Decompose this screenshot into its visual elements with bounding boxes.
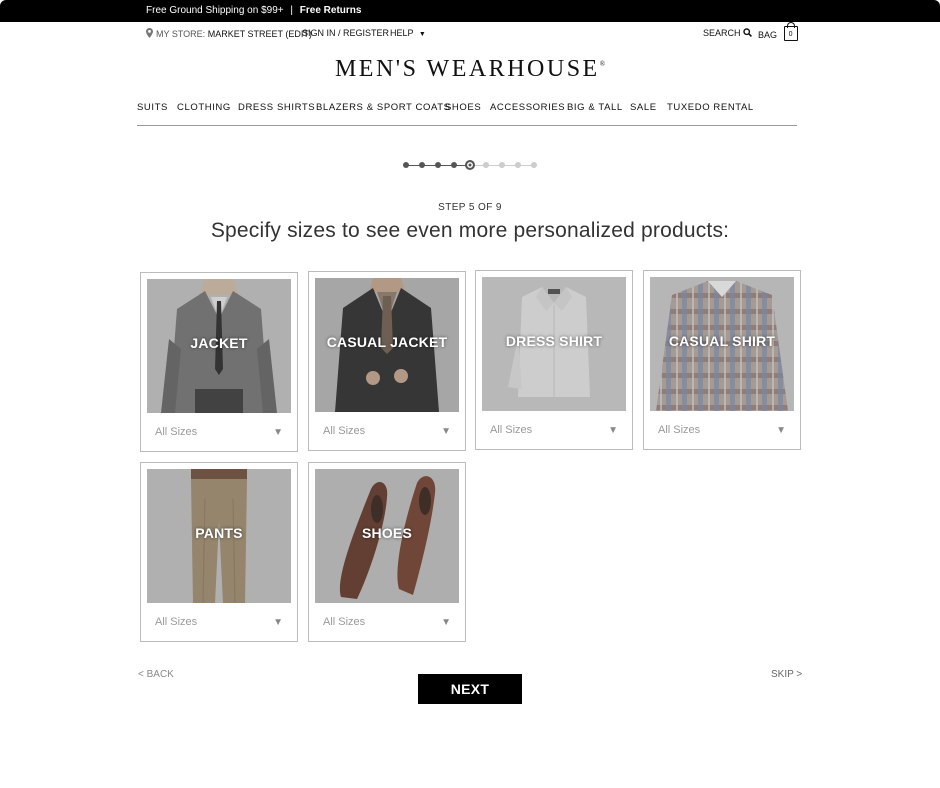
- step-dot-current: [465, 160, 475, 170]
- size-dropdown-value: All Sizes: [490, 424, 533, 436]
- jacket-photo: JACKET: [147, 279, 291, 413]
- dropdown-caret-icon: ▼: [441, 426, 451, 437]
- bag-count: 0: [788, 31, 793, 38]
- promo-shipping-text: Free Ground Shipping on $99+: [146, 5, 284, 16]
- dropdown-caret-icon: ▼: [608, 425, 618, 436]
- dropdown-caret-icon: ▼: [273, 617, 283, 628]
- dress-shirt-photo: DRESS SHIRT: [482, 277, 626, 411]
- bag-label: BAG: [758, 29, 778, 40]
- casual-jacket-photo: CASUAL JACKET: [315, 278, 459, 412]
- my-store-link[interactable]: MY STORE: MARKET STREET (EDIT): [146, 28, 312, 39]
- size-dropdown[interactable]: All Sizes ▼: [155, 426, 283, 442]
- search-button[interactable]: SEARCH: [703, 28, 752, 38]
- size-dropdown-value: All Sizes: [658, 424, 701, 436]
- search-label: SEARCH: [703, 28, 741, 38]
- nav-item-blazers[interactable]: BLAZERS & SPORT COATS: [316, 102, 451, 113]
- next-button[interactable]: NEXT: [418, 674, 522, 704]
- step-dot-complete: [403, 162, 409, 168]
- store-name: MARKET STREET (EDIT): [207, 29, 312, 39]
- size-dropdown-value: All Sizes: [155, 426, 198, 438]
- size-dropdown[interactable]: All Sizes ▼: [490, 424, 618, 440]
- nav-item-shoes[interactable]: SHOES: [445, 102, 481, 113]
- category-label: CASUAL JACKET: [326, 334, 448, 350]
- nav-item-dress-shirts[interactable]: DRESS SHIRTS: [238, 102, 315, 113]
- help-label: HELP: [390, 28, 414, 38]
- back-link[interactable]: < BACK: [138, 669, 174, 680]
- step-dot-complete: [451, 162, 457, 168]
- size-dropdown[interactable]: All Sizes ▼: [323, 425, 451, 441]
- size-dropdown-value: All Sizes: [323, 425, 366, 437]
- sign-in-link[interactable]: SIGN IN / REGISTER: [302, 28, 389, 38]
- size-dropdown-value: All Sizes: [323, 616, 366, 628]
- size-dropdown-value: All Sizes: [155, 616, 198, 628]
- nav-item-sale[interactable]: SALE: [630, 102, 657, 113]
- store-prefix: MY STORE:: [156, 29, 206, 39]
- dropdown-caret-icon: ▼: [776, 425, 786, 436]
- category-label: PANTS: [195, 525, 243, 541]
- dropdown-caret-icon: ▼: [273, 427, 283, 438]
- promo-bar: Free Ground Shipping on $99+ | Free Retu…: [0, 0, 940, 22]
- step-dot-upcoming: [531, 162, 537, 168]
- skip-link[interactable]: SKIP >: [771, 669, 802, 680]
- nav-item-suits[interactable]: SUITS: [137, 102, 168, 113]
- nav-item-clothing[interactable]: CLOTHING: [177, 102, 231, 113]
- step-dot-upcoming: [499, 162, 505, 168]
- registered-mark: ®: [599, 60, 606, 68]
- casual-shirt-photo: CASUAL SHIRT: [650, 277, 794, 411]
- category-label: SHOES: [361, 525, 412, 541]
- step-dot-upcoming: [483, 162, 489, 168]
- promo-returns-link[interactable]: Free Returns: [300, 5, 362, 16]
- category-label: CASUAL SHIRT: [668, 333, 776, 349]
- size-dropdown[interactable]: All Sizes ▼: [155, 616, 283, 632]
- progress-stepper: [399, 158, 539, 172]
- category-card-jacket[interactable]: JACKET All Sizes ▼: [140, 272, 298, 452]
- step-dot-upcoming: [515, 162, 521, 168]
- category-label: JACKET: [190, 335, 248, 351]
- main-nav: SUITS CLOTHING DRESS SHIRTS BLAZERS & SP…: [137, 102, 797, 126]
- dropdown-caret-icon: ▼: [441, 617, 451, 628]
- category-card-casual-shirt[interactable]: CASUAL SHIRT All Sizes ▼: [643, 270, 801, 450]
- nav-item-tuxedo-rental[interactable]: TUXEDO RENTAL: [667, 102, 754, 113]
- bag-icon: 0: [783, 22, 798, 41]
- size-dropdown[interactable]: All Sizes ▼: [323, 616, 451, 632]
- size-dropdown[interactable]: All Sizes ▼: [658, 424, 786, 440]
- nav-item-accessories[interactable]: ACCESSORIES: [490, 102, 565, 113]
- logo-text: MEN'S WEARHOUSE: [334, 56, 600, 82]
- page-headline: Specify sizes to see even more personali…: [210, 219, 730, 242]
- shoes-photo: SHOES: [315, 469, 459, 603]
- nav-item-big-tall[interactable]: BIG & TALL: [567, 102, 623, 113]
- category-card-dress-shirt[interactable]: DRESS SHIRT All Sizes ▼: [475, 270, 633, 450]
- location-pin-icon: [146, 28, 153, 38]
- step-dot-complete: [419, 162, 425, 168]
- step-label: STEP 5 OF 9: [438, 202, 502, 213]
- caret-down-icon: ▼: [418, 31, 426, 38]
- brand-logo[interactable]: MEN'S WEARHOUSE®: [0, 56, 940, 83]
- help-menu[interactable]: HELP ▼: [390, 28, 426, 38]
- category-card-casual-jacket[interactable]: CASUAL JACKET All Sizes ▼: [308, 271, 466, 451]
- promo-separator: |: [290, 5, 293, 16]
- pants-photo: PANTS: [147, 469, 291, 603]
- category-label: DRESS SHIRT: [505, 333, 603, 349]
- category-card-shoes[interactable]: SHOES All Sizes ▼: [308, 462, 466, 642]
- category-card-pants[interactable]: PANTS All Sizes ▼: [140, 462, 298, 642]
- search-icon: [743, 28, 752, 37]
- bag-button[interactable]: BAG 0: [758, 22, 798, 43]
- step-dot-complete: [435, 162, 441, 168]
